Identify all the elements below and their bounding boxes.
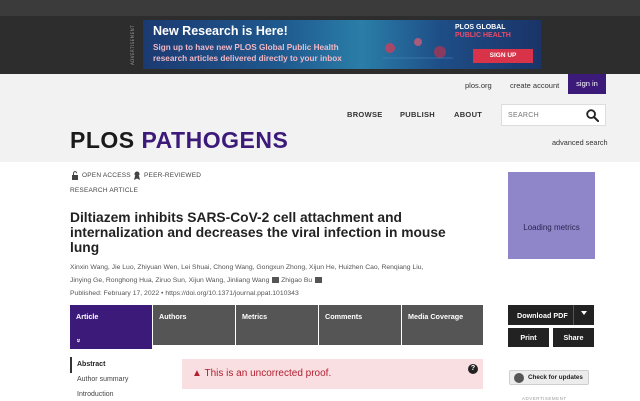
tab-metrics-label: Metrics bbox=[242, 312, 268, 321]
article-tabs: Article » Authors Metrics Comments Media… bbox=[70, 305, 483, 349]
tab-authors[interactable]: Authors bbox=[153, 305, 235, 345]
sidebar-item-introduction[interactable]: Introduction bbox=[77, 391, 114, 398]
advertisement-label: ADVERTISEMENT bbox=[522, 396, 567, 401]
ad-decoration-icon bbox=[383, 38, 453, 59]
print-button[interactable]: Print bbox=[508, 328, 549, 347]
caret-down-icon[interactable] bbox=[581, 311, 587, 315]
journal-logo[interactable]: PLOS PATHOGENS bbox=[70, 127, 288, 154]
logo-plos: PLOS bbox=[70, 127, 135, 153]
sidebar-item-abstract[interactable]: Abstract bbox=[77, 361, 105, 368]
article-type: RESEARCH ARTICLE bbox=[70, 187, 139, 194]
crossmark-icon bbox=[514, 373, 524, 383]
ad-banner[interactable]: New Research is Here! Sign up to have ne… bbox=[143, 20, 541, 69]
published-doi-line: Published: February 17, 2022 • https://d… bbox=[70, 290, 299, 297]
download-pdf-button[interactable]: Download PDF bbox=[508, 305, 594, 325]
tab-metrics[interactable]: Metrics bbox=[236, 305, 318, 345]
advanced-search-link[interactable]: advanced search bbox=[552, 138, 608, 147]
open-access-label: OPEN ACCESS bbox=[82, 172, 131, 179]
tab-media-coverage[interactable]: Media Coverage bbox=[402, 305, 483, 345]
authors-line-1[interactable]: Xinxin Wang, Jie Luo, Zhiyuan Wen, Lei S… bbox=[70, 261, 490, 274]
help-icon[interactable]: ? bbox=[468, 364, 478, 374]
authors-line-2a[interactable]: Jinying Ge, Ronghong Hua, Ziruo Sun, Xij… bbox=[70, 277, 269, 284]
plos-org-link[interactable]: plos.org bbox=[465, 81, 492, 90]
logo-journal-name: PATHOGENS bbox=[141, 127, 289, 153]
nav-publish[interactable]: PUBLISH bbox=[400, 110, 435, 119]
open-access-icon bbox=[72, 171, 78, 180]
metrics-widget: Loading metrics bbox=[508, 172, 595, 259]
authors-line-2: Jinying Ge, Ronghong Hua, Ziruo Sun, Xij… bbox=[70, 274, 490, 287]
ad-title: New Research is Here! bbox=[153, 24, 288, 38]
author-list: Xinxin Wang, Jie Luo, Zhiyuan Wen, Lei S… bbox=[70, 261, 490, 287]
ad-brand-line2: PUBLIC HEALTH bbox=[455, 32, 511, 39]
nav-browse[interactable]: BROWSE bbox=[347, 110, 383, 119]
tab-media-coverage-label: Media Coverage bbox=[408, 312, 464, 321]
page-root: ADVERTISEMENT New Research is Here! Sign… bbox=[0, 0, 640, 401]
check-for-updates-button[interactable]: Check for updates bbox=[509, 370, 589, 385]
ad-brand-line1: PLOS GLOBAL bbox=[455, 24, 506, 31]
peer-reviewed-label: PEER-REVIEWED bbox=[144, 172, 202, 179]
tab-comments-label: Comments bbox=[325, 312, 363, 321]
tab-article[interactable]: Article » bbox=[70, 305, 152, 349]
ad-subtitle: Sign up to have new PLOS Global Public H… bbox=[153, 43, 342, 63]
share-button[interactable]: Share bbox=[553, 328, 594, 347]
sign-in-button[interactable]: sign in bbox=[568, 74, 606, 94]
nav-about[interactable]: ABOUT bbox=[454, 110, 482, 119]
mail-icon bbox=[315, 277, 323, 284]
authors-line-2b[interactable]: Zhigao Bu bbox=[281, 277, 312, 284]
proof-text: ▲ This is an uncorrected proof. bbox=[192, 368, 332, 379]
ad-signup-button[interactable]: SIGN UP bbox=[473, 49, 533, 63]
mail-icon bbox=[272, 277, 280, 284]
download-separator bbox=[573, 305, 574, 325]
browser-top-strip bbox=[0, 0, 640, 16]
search-input[interactable] bbox=[508, 109, 583, 122]
sidebar-active-indicator bbox=[70, 357, 72, 373]
check-updates-label: Check for updates bbox=[528, 374, 583, 381]
create-account-link[interactable]: create account bbox=[510, 81, 559, 90]
ad-vertical-label: ADVERTISEMENT bbox=[130, 24, 135, 66]
peer-reviewed-icon bbox=[134, 171, 140, 180]
metrics-loading-label: Loading metrics bbox=[523, 223, 580, 232]
download-pdf-label: Download PDF bbox=[517, 311, 568, 320]
search-icon[interactable] bbox=[586, 109, 599, 122]
tab-comments[interactable]: Comments bbox=[319, 305, 401, 345]
chevron-down-icon: » bbox=[74, 338, 82, 343]
article-title: Diltiazem inhibits SARS-CoV-2 cell attac… bbox=[70, 210, 446, 255]
ad-brand: PLOS GLOBAL PUBLIC HEALTH bbox=[455, 24, 533, 40]
uncorrected-proof-banner: ▲ This is an uncorrected proof. ? bbox=[182, 359, 483, 389]
search-box bbox=[501, 104, 606, 126]
tab-authors-label: Authors bbox=[159, 312, 187, 321]
sidebar-item-author-summary[interactable]: Author summary bbox=[77, 376, 128, 383]
tab-article-label: Article bbox=[76, 312, 99, 321]
